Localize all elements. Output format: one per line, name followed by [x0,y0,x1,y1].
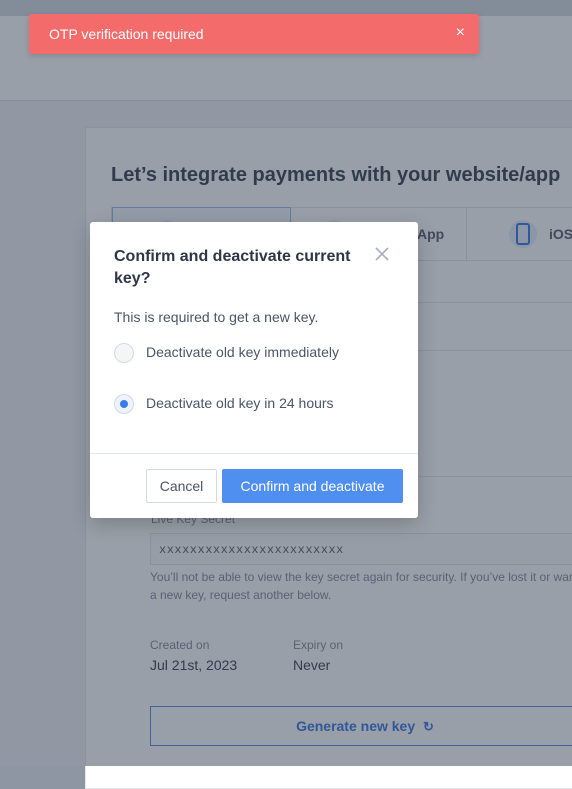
error-toast: OTP verification required × [29,14,479,54]
modal-footer-divider [90,453,418,454]
toast-message: OTP verification required [49,26,204,42]
option-label: Deactivate old key in 24 hours [146,395,334,411]
confirm-deactivate-button[interactable]: Confirm and deactivate [222,469,403,503]
toast-close-icon[interactable]: × [456,24,465,42]
radio-unchecked[interactable] [114,343,134,363]
modal-title: Confirm and deactivate current key? [114,248,351,287]
cancel-button[interactable]: Cancel [146,469,217,503]
radio-checked[interactable] [114,394,134,414]
modal-description: This is required to get a new key. [114,309,319,325]
close-icon[interactable] [374,246,390,262]
option-label: Deactivate old key immediately [146,344,339,360]
deactivate-key-modal: Confirm and deactivate current key? This… [90,222,418,518]
